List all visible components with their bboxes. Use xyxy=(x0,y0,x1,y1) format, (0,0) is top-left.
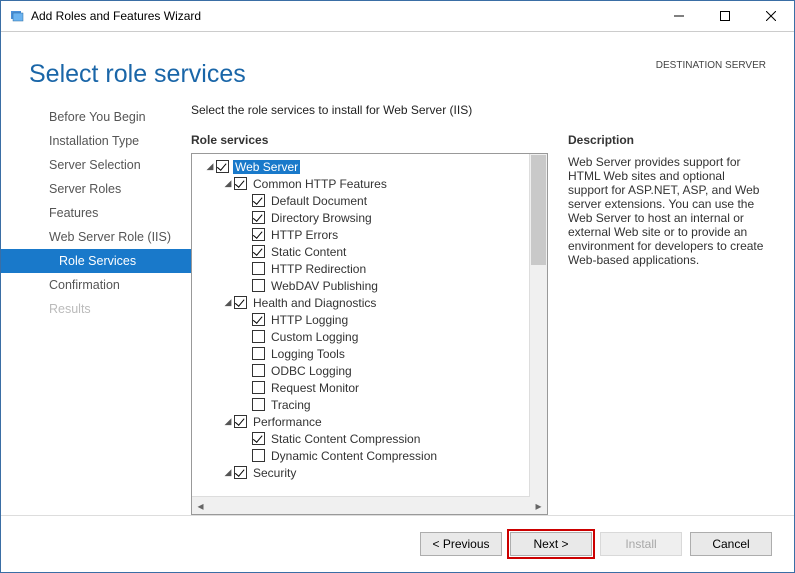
tree-label[interactable]: Security xyxy=(251,466,298,480)
tree-node[interactable]: Request Monitor xyxy=(194,379,545,396)
tree-node[interactable]: Default Document xyxy=(194,192,545,209)
collapse-icon[interactable]: ◢ xyxy=(222,178,234,189)
tree-node[interactable]: Directory Browsing xyxy=(194,209,545,226)
tree-heading: Role services xyxy=(191,133,548,147)
window-title: Add Roles and Features Wizard xyxy=(31,9,656,23)
tree-checkbox[interactable] xyxy=(234,415,247,428)
collapse-icon[interactable]: ◢ xyxy=(222,297,234,308)
nav-role-services[interactable]: Role Services xyxy=(1,249,191,273)
tree-label[interactable]: ODBC Logging xyxy=(269,364,354,378)
nav-steps: Before You Begin Installation Type Serve… xyxy=(1,103,191,515)
main-pane: Select the role services to install for … xyxy=(191,103,794,515)
tree-checkbox[interactable] xyxy=(234,296,247,309)
tree-node[interactable]: Dynamic Content Compression xyxy=(194,447,545,464)
tree-node[interactable]: HTTP Logging xyxy=(194,311,545,328)
tree-node[interactable]: ◢ Common HTTP Features xyxy=(194,175,545,192)
tree-node[interactable]: ◢ Performance xyxy=(194,413,545,430)
maximize-button[interactable] xyxy=(702,1,748,31)
tree-checkbox[interactable] xyxy=(234,466,247,479)
tree-label[interactable]: Request Monitor xyxy=(269,381,361,395)
tree-checkbox[interactable] xyxy=(252,398,265,411)
nav-installation-type[interactable]: Installation Type xyxy=(1,129,191,153)
tree-checkbox[interactable] xyxy=(252,449,265,462)
nav-results: Results xyxy=(1,297,191,321)
tree-label[interactable]: WebDAV Publishing xyxy=(269,279,380,293)
horizontal-scrollbar[interactable]: ◂ ▸ xyxy=(192,496,547,514)
destination-server-label: DESTINATION SERVER xyxy=(656,60,766,71)
app-icon xyxy=(9,8,25,24)
tree-label[interactable]: HTTP Errors xyxy=(269,228,340,242)
tree-node[interactable]: Static Content Compression xyxy=(194,430,545,447)
tree-checkbox[interactable] xyxy=(252,313,265,326)
scroll-left-icon[interactable]: ◂ xyxy=(192,497,209,514)
tree-checkbox[interactable] xyxy=(252,194,265,207)
tree-label[interactable]: Common HTTP Features xyxy=(251,177,389,191)
minimize-button[interactable] xyxy=(656,1,702,31)
tree-label[interactable]: Static Content Compression xyxy=(269,432,422,446)
tree-label[interactable]: Default Document xyxy=(269,194,369,208)
collapse-icon[interactable]: ◢ xyxy=(204,161,216,172)
description-text: Web Server provides support for HTML Web… xyxy=(568,155,768,267)
previous-button[interactable]: < Previous xyxy=(420,532,502,556)
footer: < Previous Next > Install Cancel xyxy=(1,515,794,572)
tree-label[interactable]: HTTP Redirection xyxy=(269,262,368,276)
page-title: Select role services xyxy=(29,60,656,89)
nav-features[interactable]: Features xyxy=(1,201,191,225)
tree-label[interactable]: Dynamic Content Compression xyxy=(269,449,439,463)
tree-label[interactable]: Logging Tools xyxy=(269,347,347,361)
tree-node[interactable]: WebDAV Publishing xyxy=(194,277,545,294)
tree-node[interactable]: HTTP Errors xyxy=(194,226,545,243)
tree-checkbox[interactable] xyxy=(252,347,265,360)
tree-node[interactable]: Tracing xyxy=(194,396,545,413)
tree-node[interactable]: ◢ Security xyxy=(194,464,545,481)
window-controls xyxy=(656,1,794,31)
header: Select role services DESTINATION SERVER xyxy=(1,32,794,103)
tree-label[interactable]: HTTP Logging xyxy=(269,313,350,327)
tree-node[interactable]: ODBC Logging xyxy=(194,362,545,379)
tree-checkbox[interactable] xyxy=(216,160,229,173)
tree-node[interactable]: Logging Tools xyxy=(194,345,545,362)
tree-label[interactable]: Performance xyxy=(251,415,324,429)
cancel-button[interactable]: Cancel xyxy=(690,532,772,556)
nav-before-you-begin[interactable]: Before You Begin xyxy=(1,105,191,129)
nav-confirmation[interactable]: Confirmation xyxy=(1,273,191,297)
tree-label[interactable]: Tracing xyxy=(269,398,313,412)
tree-checkbox[interactable] xyxy=(252,228,265,241)
tree-label[interactable]: Static Content xyxy=(269,245,348,259)
install-button[interactable]: Install xyxy=(600,532,682,556)
tree-checkbox[interactable] xyxy=(252,211,265,224)
tree-node[interactable]: HTTP Redirection xyxy=(194,260,545,277)
tree-node[interactable]: ◢ Health and Diagnostics xyxy=(194,294,545,311)
tree-node[interactable]: Static Content xyxy=(194,243,545,260)
instruction-text: Select the role services to install for … xyxy=(191,103,786,117)
nav-web-server-role[interactable]: Web Server Role (IIS) xyxy=(1,225,191,249)
nav-server-roles[interactable]: Server Roles xyxy=(1,177,191,201)
tree-checkbox[interactable] xyxy=(252,364,265,377)
vertical-scrollbar[interactable] xyxy=(529,154,547,497)
scroll-right-icon[interactable]: ▸ xyxy=(530,497,547,514)
tree-checkbox[interactable] xyxy=(252,262,265,275)
tree-checkbox[interactable] xyxy=(252,330,265,343)
role-services-tree: ◢ Web Server ◢ Common HTTP Features Default … xyxy=(191,153,548,515)
collapse-icon[interactable]: ◢ xyxy=(222,416,234,427)
titlebar: Add Roles and Features Wizard xyxy=(1,1,794,32)
tree-node[interactable]: Custom Logging xyxy=(194,328,545,345)
tree-checkbox[interactable] xyxy=(234,177,247,190)
description-heading: Description xyxy=(568,133,768,147)
tree-checkbox[interactable] xyxy=(252,279,265,292)
tree-node[interactable]: ◢ Web Server xyxy=(194,158,545,175)
tree-label[interactable]: Custom Logging xyxy=(269,330,360,344)
tree-label[interactable]: Health and Diagnostics xyxy=(251,296,378,310)
tree-label[interactable]: Web Server xyxy=(233,160,300,174)
description-panel: Description Web Server provides support … xyxy=(568,133,786,515)
tree-checkbox[interactable] xyxy=(252,381,265,394)
nav-server-selection[interactable]: Server Selection xyxy=(1,153,191,177)
next-button[interactable]: Next > xyxy=(510,532,592,556)
tree-checkbox[interactable] xyxy=(252,432,265,445)
collapse-icon[interactable]: ◢ xyxy=(222,467,234,478)
close-button[interactable] xyxy=(748,1,794,31)
tree-label[interactable]: Directory Browsing xyxy=(269,211,374,225)
tree-checkbox[interactable] xyxy=(252,245,265,258)
wizard-window: Add Roles and Features Wizard Select rol… xyxy=(0,0,795,573)
